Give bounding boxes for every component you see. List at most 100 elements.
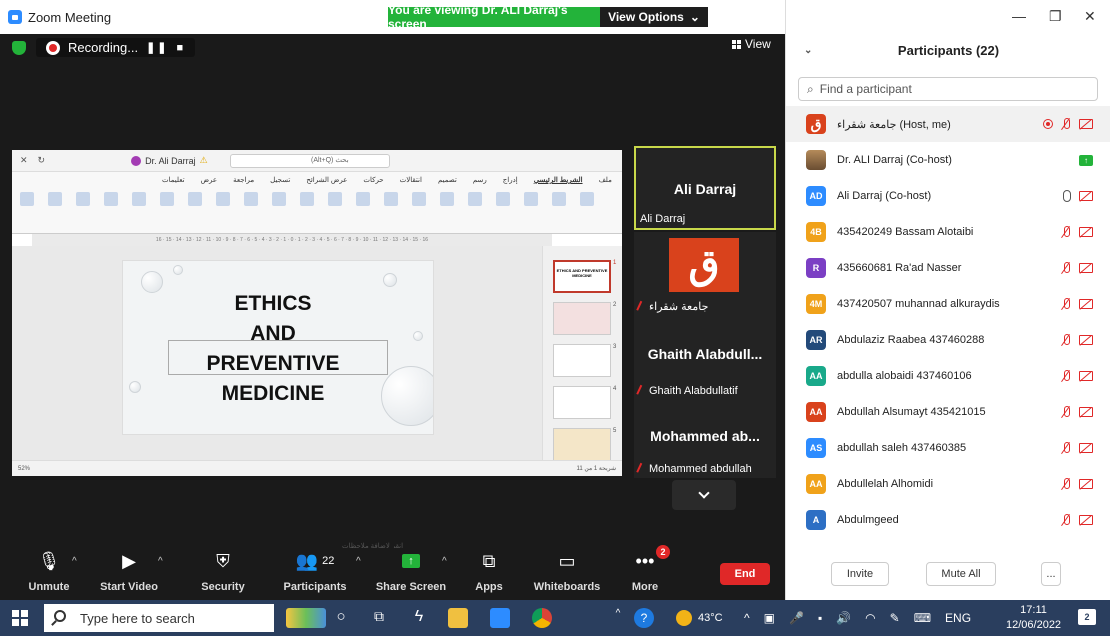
ppt-tab: الشريط الرئيسي	[533, 177, 583, 184]
end-meeting-button[interactable]: End	[720, 563, 770, 585]
start-video-button[interactable]: ▶ Start Video	[84, 548, 174, 594]
taskbar-clock[interactable]: 17:11 12/06/2022	[1006, 603, 1061, 633]
share-screen-button[interactable]: ↑ Share Screen	[366, 548, 456, 593]
file-explorer-icon[interactable]	[448, 608, 468, 628]
ribbon-tool-icon	[412, 192, 426, 206]
participant-row[interactable]: AD Ali Darraj (Co-host)	[786, 178, 1110, 214]
restore-icon[interactable]: ❐	[1049, 8, 1062, 25]
video-tile[interactable]: ق جامعة شقراء	[634, 232, 776, 316]
task-view-icon[interactable]: ⧉	[369, 608, 389, 628]
collapse-panel-icon[interactable]: ⌄	[804, 45, 812, 56]
view-options-button[interactable]: View Options ⌄	[600, 7, 708, 27]
water-drop	[129, 381, 141, 393]
participant-row[interactable]: A Abdulmgeed	[786, 502, 1110, 538]
invite-button[interactable]: Invite	[831, 562, 889, 586]
muted-mic-icon	[1061, 406, 1071, 418]
news-widget-icon[interactable]	[286, 608, 326, 628]
ribbon-tool-icon	[188, 192, 202, 206]
participant-row[interactable]: AA abdulla alobaidi 437460106	[786, 358, 1110, 394]
shared-screen[interactable]: ✕ ↻ Dr. Ali Darraj ⚠ (Alt+Q) بحث تعليمات…	[12, 150, 622, 550]
participant-name: 435660681 Ra'ad Nasser	[837, 262, 962, 274]
security-button[interactable]: ⛨ Security	[178, 548, 268, 594]
participant-row[interactable]: 4M 437420507 muhannad alkuraydis	[786, 286, 1110, 322]
cortana-icon[interactable]: ○	[331, 608, 351, 628]
wifi-icon[interactable]: ◠	[865, 611, 875, 625]
participants-header: ⌄ Participants (22)	[786, 34, 1110, 66]
muted-mic-icon	[1061, 118, 1071, 130]
slide-thumbnail	[553, 386, 611, 419]
tile-name-label: Ghaith Alabdullatif	[636, 384, 738, 398]
close-icon[interactable]: ✕	[1084, 8, 1096, 25]
participant-row[interactable]: 4B 435420249 Bassam Alotaibi	[786, 214, 1110, 250]
pen-icon[interactable]: ✎	[890, 611, 900, 625]
whiteboards-button[interactable]: ▭ Whiteboards	[522, 548, 612, 594]
taskbar-search[interactable]: Type here to search	[44, 604, 274, 632]
video-tile[interactable]: Mohammed ab... Mohammed abdullah	[634, 398, 776, 478]
participant-row[interactable]: ق جامعة شقراء (Host, me)	[786, 106, 1110, 142]
chevron-up-icon[interactable]: ^	[612, 608, 624, 628]
volume-icon[interactable]: 🔊	[836, 611, 851, 625]
ribbon-tool-icon	[300, 192, 314, 206]
help-icon[interactable]: ?	[634, 608, 654, 628]
video-options-caret[interactable]: ^	[158, 556, 163, 567]
chrome-icon[interactable]	[532, 608, 552, 628]
audio-options-caret[interactable]: ^	[72, 556, 77, 567]
chevron-up-icon[interactable]: ^	[744, 611, 750, 625]
unmute-button[interactable]: 🎙 Unmute	[4, 548, 94, 594]
video-tile[interactable]: Ghaith Alabdull... Ghaith Alabdullatif	[634, 316, 776, 400]
mic-tray-icon[interactable]: 🎤	[789, 611, 804, 625]
participant-status	[1061, 370, 1093, 382]
participant-row[interactable]: AS abdullah saleh 437460385	[786, 430, 1110, 466]
avatar	[806, 150, 826, 170]
tray-app-icon[interactable]: ▣	[764, 611, 775, 625]
participant-status	[1063, 190, 1093, 202]
mute-all-button[interactable]: Mute All	[926, 562, 996, 586]
apps-button[interactable]: ⧉ Apps	[444, 548, 534, 594]
more-button[interactable]: ••• 2 More	[600, 545, 690, 593]
participant-row[interactable]: R 435660681 Ra'ad Nasser	[786, 250, 1110, 286]
video-off-icon	[1079, 479, 1093, 489]
video-off-icon	[1079, 263, 1093, 273]
view-button[interactable]: View	[732, 37, 771, 51]
whiteboards-label: Whiteboards	[533, 581, 601, 593]
tile-display-name: Ghaith Alabdull...	[647, 346, 763, 362]
ppt-search-box: (Alt+Q) بحث	[230, 154, 390, 168]
water-drop	[383, 273, 397, 287]
app-icon[interactable]: ϟ	[409, 608, 429, 628]
chevron-down-icon: ⌄	[689, 10, 700, 24]
participant-row[interactable]: AA Abdullah Alsumayt 435421015	[786, 394, 1110, 430]
system-tray: ^ ▣ 🎤 ▪ 🔊 ◠ ✎ ⌨ ENG	[744, 600, 971, 636]
participant-row[interactable]: AR Abdulaziz Raabea 437460288	[786, 322, 1110, 358]
panel-more-button[interactable]: ...	[1041, 562, 1061, 586]
participants-caret[interactable]: ^	[356, 556, 361, 567]
windows-taskbar: Type here to search ○ ⧉ ϟ ^ ? 43°C ^ ▣ 🎤…	[0, 600, 1110, 636]
ppt-tab: رسم	[472, 177, 487, 184]
zoom-app-icon[interactable]	[490, 608, 510, 628]
ribbon-tool-icon	[20, 192, 34, 206]
notification-center-icon[interactable]: 2	[1078, 609, 1096, 625]
muted-mic-icon	[1061, 226, 1071, 238]
windows-start-icon[interactable]	[12, 610, 28, 626]
participant-row[interactable]: Dr. ALI Darraj (Co-host) ↑	[786, 142, 1110, 178]
meet-now-icon[interactable]: ▪	[818, 611, 822, 625]
participant-search-input[interactable]: ⌕ Find a participant	[798, 77, 1098, 101]
video-tile[interactable]: Ali Darraj Ali Darraj	[634, 146, 776, 230]
avatar: 4B	[806, 222, 826, 242]
weather-widget[interactable]: 43°C	[676, 600, 723, 636]
avatar: AS	[806, 438, 826, 458]
stop-recording-button[interactable]: ■	[177, 42, 186, 54]
keyboard-icon[interactable]: ⌨	[914, 611, 931, 625]
slide-thumbnail: ETHICS AND PREVENTIVE MEDICINE	[553, 260, 611, 293]
close-icon: ✕	[20, 155, 28, 165]
minimize-icon[interactable]: —	[1012, 8, 1026, 24]
participant-row[interactable]: AA Abdullelah Alhomidi	[786, 466, 1110, 502]
ribbon-tool-icon	[440, 192, 454, 206]
language-indicator[interactable]: ENG	[945, 611, 971, 625]
ppt-tab: حركات	[363, 177, 384, 184]
video-off-icon	[1079, 407, 1093, 417]
pause-recording-button[interactable]: ❚❚	[146, 41, 168, 54]
ribbon-tool-icon	[384, 192, 398, 206]
participants-button[interactable]: 👥 22 Participants	[270, 548, 360, 594]
more-tiles-button[interactable]	[672, 480, 736, 510]
top-controls: Recording... ❚❚ ■	[12, 38, 196, 57]
